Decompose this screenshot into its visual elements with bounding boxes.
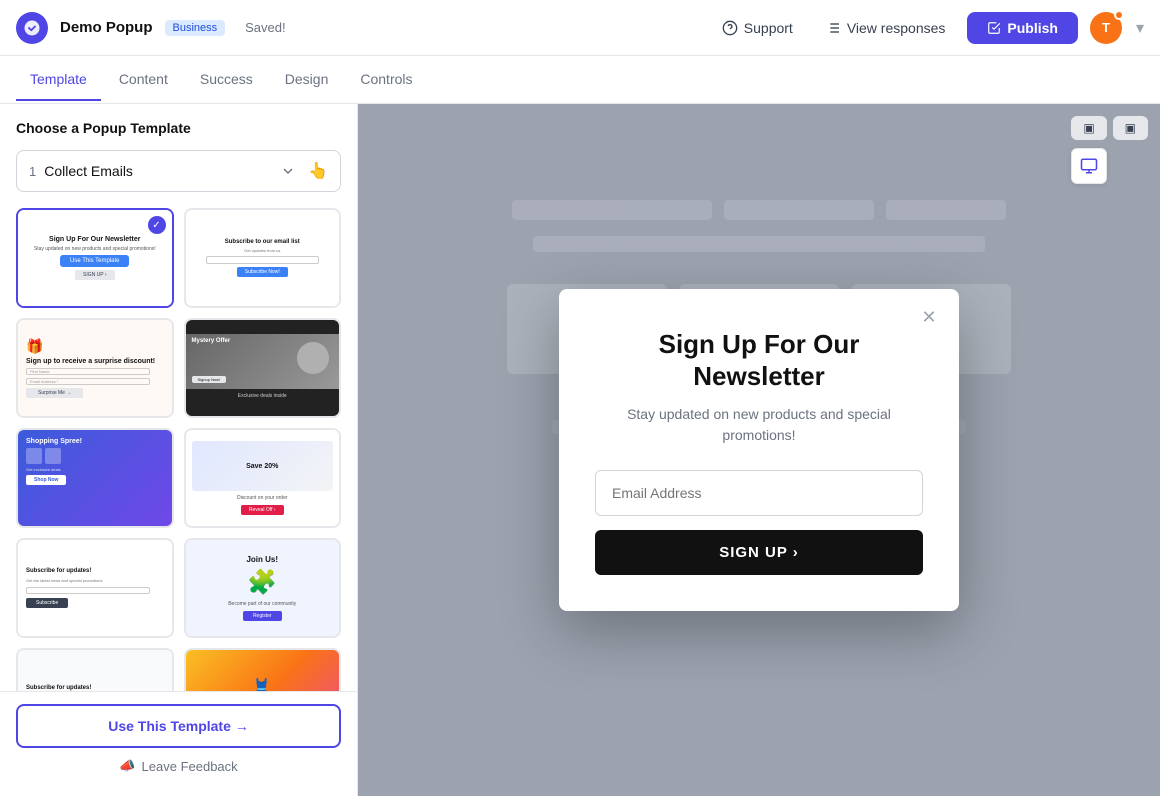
template-card-5[interactable]: Shopping Spree! Get exclusive deals Shop… [16, 428, 174, 528]
tab-template[interactable]: Template [16, 59, 101, 101]
tab-content[interactable]: Content [105, 59, 182, 101]
template-card-7[interactable]: Subscribe for updates! Get the latest ne… [16, 538, 174, 638]
support-label: Support [744, 20, 793, 36]
publish-label: Publish [1007, 20, 1058, 36]
use-template-button[interactable]: Use This Template → [16, 704, 341, 748]
email-input[interactable] [595, 470, 923, 516]
support-button[interactable]: Support [712, 14, 803, 42]
avatar[interactable]: T [1090, 12, 1122, 44]
signup-label: SIGN UP › [719, 544, 799, 561]
saved-status: Saved! [245, 20, 285, 35]
view-responses-label: View responses [847, 20, 946, 36]
template-card-3[interactable]: 🎁 Sign up to receive a surprise discount… [16, 318, 174, 418]
list-icon [825, 20, 841, 36]
main-layout: Choose a Popup Template 1 Collect Emails… [0, 104, 1160, 796]
sidebar-heading: Choose a Popup Template [16, 120, 341, 136]
template-card-6[interactable]: Save 20% Discount on your order Reveal O… [184, 428, 342, 528]
leave-feedback-label: Leave Feedback [142, 759, 238, 774]
leave-feedback-button[interactable]: 📣 Leave Feedback [16, 748, 341, 784]
use-template-label: Use This Template → [108, 718, 249, 734]
plan-badge: Business [165, 20, 226, 36]
feedback-icon: 📣 [119, 758, 135, 774]
app-name: Demo Popup [60, 19, 153, 36]
app-logo [16, 12, 48, 44]
template-card-2[interactable]: Subscribe to our email list Get updates … [184, 208, 342, 308]
tab-success[interactable]: Success [186, 59, 267, 101]
avatar-dropdown-arrow[interactable]: ▾ [1136, 18, 1144, 38]
tab-controls[interactable]: Controls [346, 59, 426, 101]
topbar: Demo Popup Business Saved! Support View … [0, 0, 1160, 56]
template-card-9[interactable]: Subscribe for updates! Stay in the loop … [16, 648, 174, 691]
popup-overlay: ✕ Sign Up For Our Newsletter Stay update… [358, 104, 1160, 796]
dropdown-label: Collect Emails [44, 163, 272, 179]
tab-design[interactable]: Design [271, 59, 343, 101]
template-card-10[interactable]: 👗 Fashion Newsletter [184, 648, 342, 691]
publish-icon [987, 21, 1001, 35]
template-category-dropdown[interactable]: 1 Collect Emails 👆 [16, 150, 341, 192]
canvas: ▣ ▣ ✕ Sign Up For Our Newsletter Stay up… [358, 104, 1160, 796]
cursor-icon: 👆 [308, 161, 328, 181]
template-grid: Sign Up For Our Newsletter Stay updated … [16, 208, 341, 691]
sidebar-content: Choose a Popup Template 1 Collect Emails… [0, 104, 357, 691]
chevron-down-icon [280, 163, 296, 179]
notification-dot [1114, 10, 1124, 20]
template-card-8[interactable]: Join Us! 🧩 Become part of our community … [184, 538, 342, 638]
avatar-initials: T [1102, 20, 1110, 35]
popup-title: Sign Up For Our Newsletter [595, 329, 923, 391]
template-card-1[interactable]: Sign Up For Our Newsletter Stay updated … [16, 208, 174, 308]
popup-close-button[interactable]: ✕ [915, 303, 943, 331]
view-responses-button[interactable]: View responses [815, 14, 956, 42]
question-icon [722, 20, 738, 36]
popup-modal: ✕ Sign Up For Our Newsletter Stay update… [559, 289, 959, 610]
template-card-4[interactable]: Mystery Offer Signup Now! Exclusive deal… [184, 318, 342, 418]
publish-button[interactable]: Publish [967, 12, 1078, 44]
popup-subtitle: Stay updated on new products and special… [595, 404, 923, 446]
sidebar-footer: Use This Template → 📣 Leave Feedback [0, 691, 357, 796]
tab-bar: Template Content Success Design Controls [0, 56, 1160, 104]
selected-checkmark: ✓ [148, 216, 166, 234]
sidebar: Choose a Popup Template 1 Collect Emails… [0, 104, 358, 796]
signup-button[interactable]: SIGN UP › [595, 530, 923, 575]
dropdown-number: 1 [29, 164, 36, 179]
